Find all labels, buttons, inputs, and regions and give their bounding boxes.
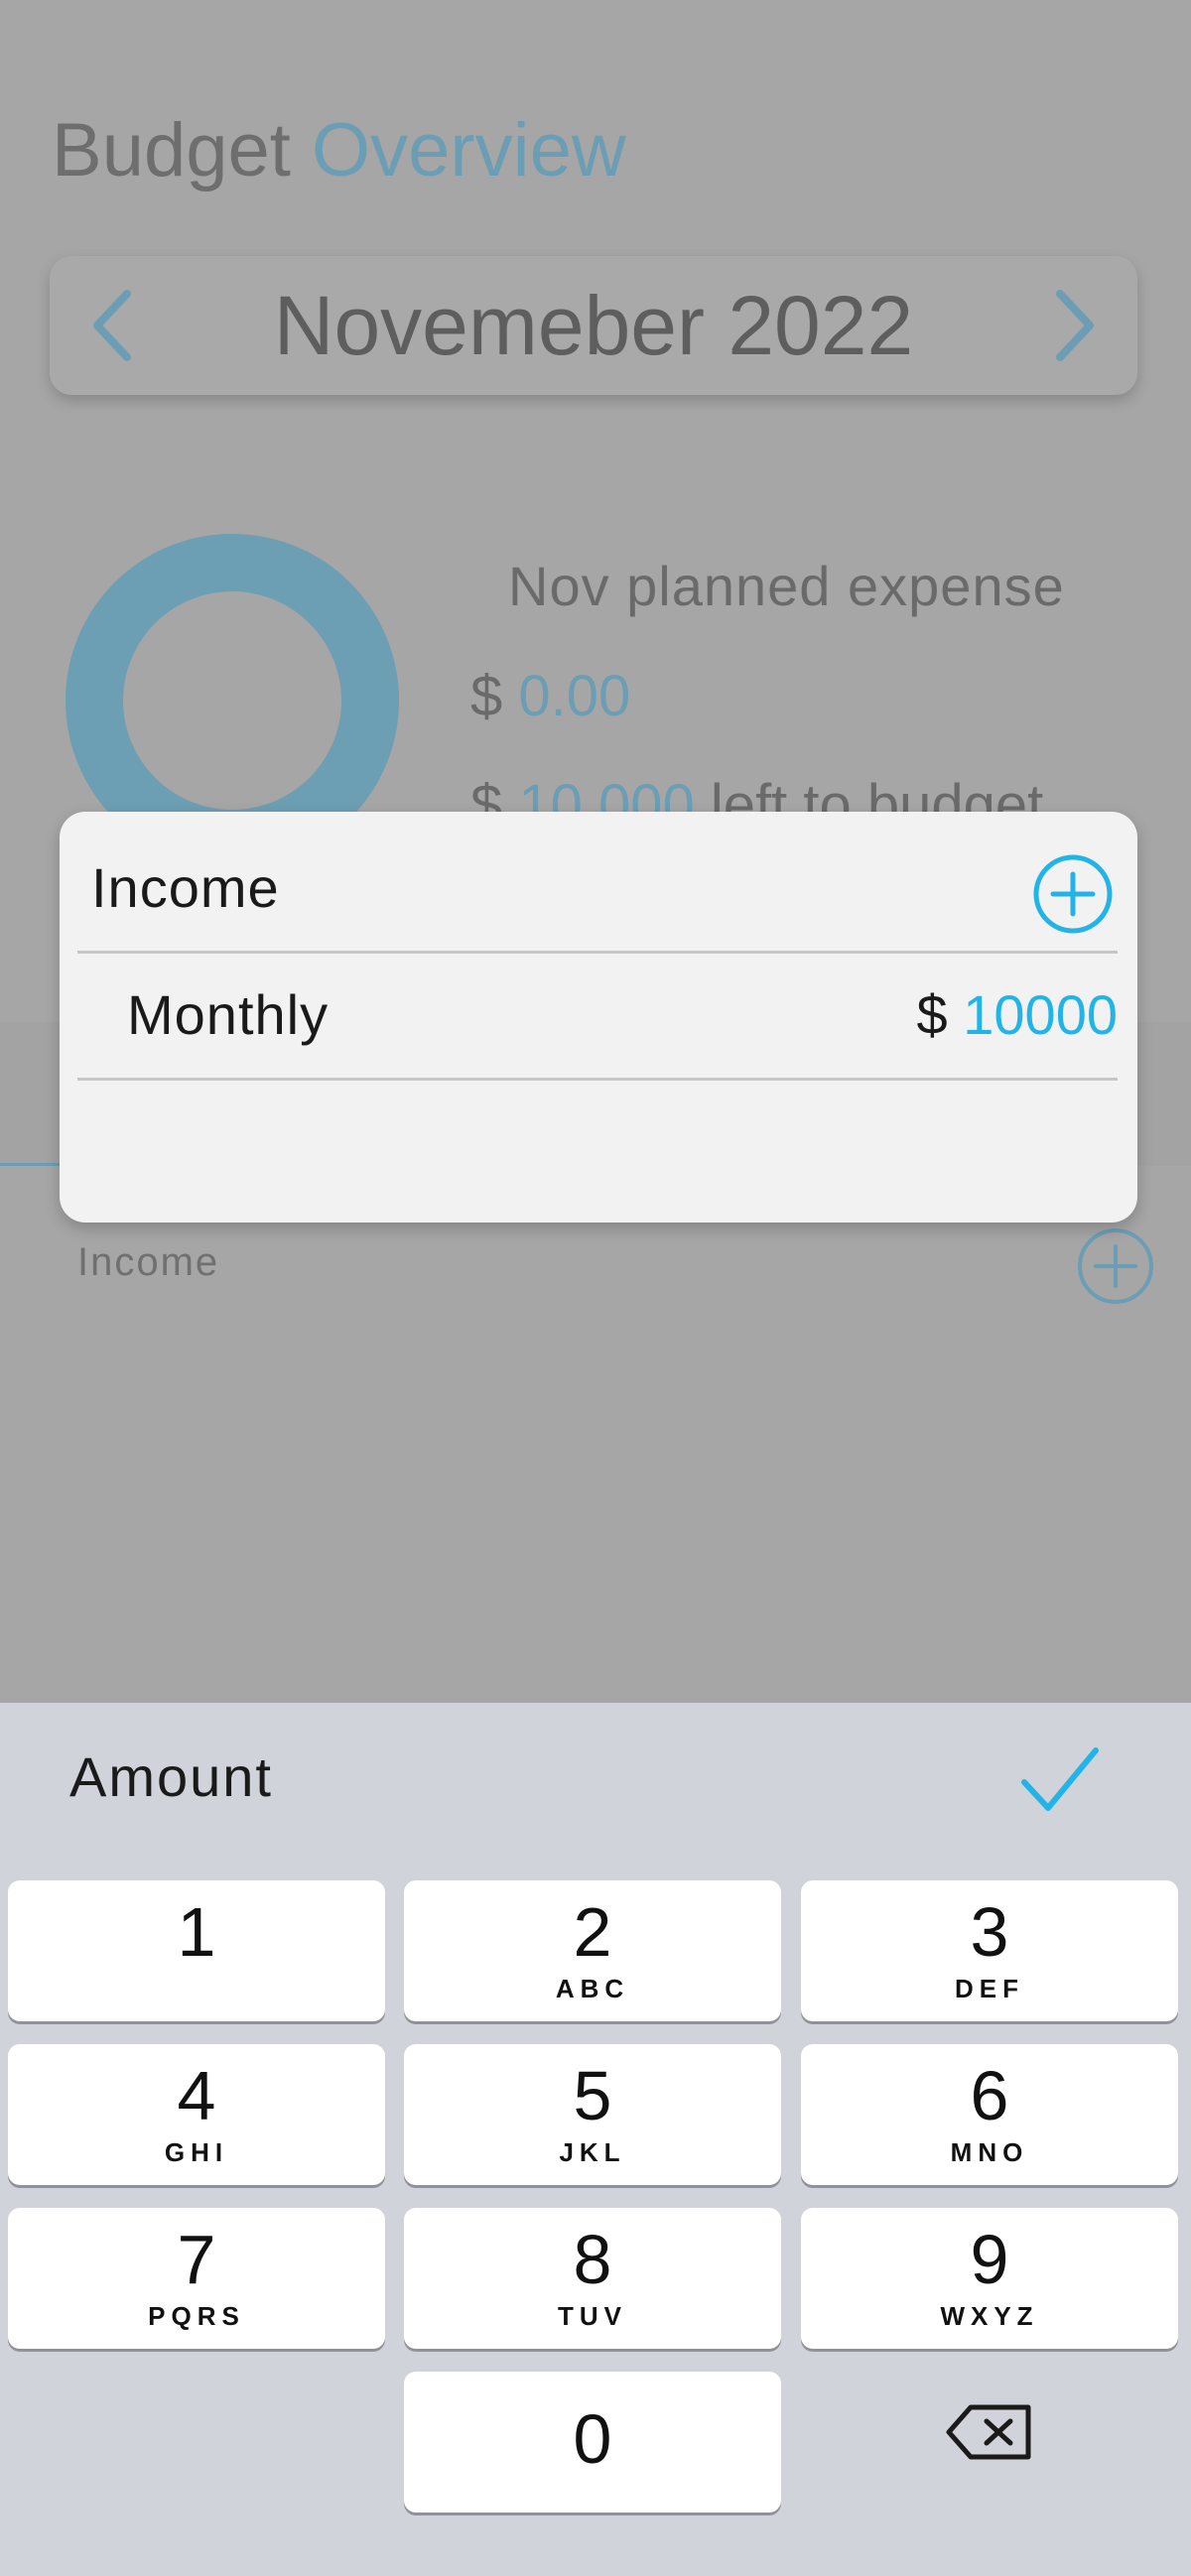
section-income-label: Income (77, 1240, 220, 1284)
key-6[interactable]: 6 MNO (801, 2044, 1178, 2185)
key-letters: DEF (955, 1974, 1024, 2003)
page-title: Budget Overview (52, 107, 626, 193)
page-title-accent: Overview (312, 108, 626, 193)
planned-currency: $ (470, 664, 503, 728)
key-8[interactable]: 8 TUV (404, 2208, 781, 2349)
income-modal: Income Monthly $ 10000 (60, 812, 1137, 1223)
backspace-icon[interactable] (945, 2401, 1034, 2463)
modal-title: Income (91, 856, 280, 919)
key-0[interactable]: 0 (404, 2372, 781, 2512)
key-digit: 4 (177, 2057, 216, 2134)
add-income-icon[interactable] (1032, 853, 1114, 935)
plus-circle-icon[interactable] (1076, 1226, 1155, 1306)
income-currency: $ (916, 983, 948, 1046)
divider (77, 951, 1118, 954)
key-digit: 8 (573, 2221, 612, 2298)
planned-expense-label: Nov planned expense (508, 555, 1065, 617)
divider (77, 1078, 1118, 1081)
key-digit: 3 (970, 1893, 1009, 1971)
key-digit: 6 (970, 2057, 1009, 2134)
key-7[interactable]: 7 PQRS (8, 2208, 385, 2349)
planned-expense-amount: $ 0.00 (470, 663, 630, 729)
key-letters: PQRS (148, 2301, 245, 2331)
checkmark-icon[interactable] (1018, 1742, 1102, 1818)
keyboard-title: Amount (69, 1745, 273, 1808)
income-value[interactable]: 10000 (963, 983, 1118, 1046)
tab-indicator (0, 1163, 60, 1166)
key-9[interactable]: 9 WXYZ (801, 2208, 1178, 2349)
key-letters: TUV (558, 2301, 627, 2331)
key-digit: 9 (970, 2221, 1009, 2298)
key-digit: 2 (573, 1893, 612, 1971)
key-3[interactable]: 3 DEF (801, 1880, 1178, 2021)
income-row-label[interactable]: Monthly (127, 982, 329, 1047)
key-5[interactable]: 5 JKL (404, 2044, 781, 2185)
key-letters: ABC (555, 1974, 630, 2003)
chevron-right-icon[interactable] (1032, 286, 1112, 365)
key-letters: JKL (559, 2137, 626, 2167)
key-digit: 1 (177, 1893, 216, 1971)
key-2[interactable]: 2 ABC (404, 1880, 781, 2021)
key-letters: WXYZ (940, 2301, 1039, 2331)
key-digit: 5 (573, 2057, 612, 2134)
key-letters: MNO (950, 2137, 1029, 2167)
key-1[interactable]: 1 (8, 1880, 385, 2021)
key-4[interactable]: 4 GHI (8, 2044, 385, 2185)
month-selector: Novemeber 2022 (50, 256, 1137, 395)
key-letters: GHI (164, 2137, 229, 2167)
planned-value: 0.00 (518, 664, 631, 728)
key-digit: 0 (573, 2400, 612, 2478)
month-label: Novemeber 2022 (273, 279, 914, 372)
key-digit: 7 (177, 2221, 216, 2298)
page-title-main: Budget (52, 108, 291, 193)
income-row-amount[interactable]: $ 10000 (917, 982, 1118, 1047)
